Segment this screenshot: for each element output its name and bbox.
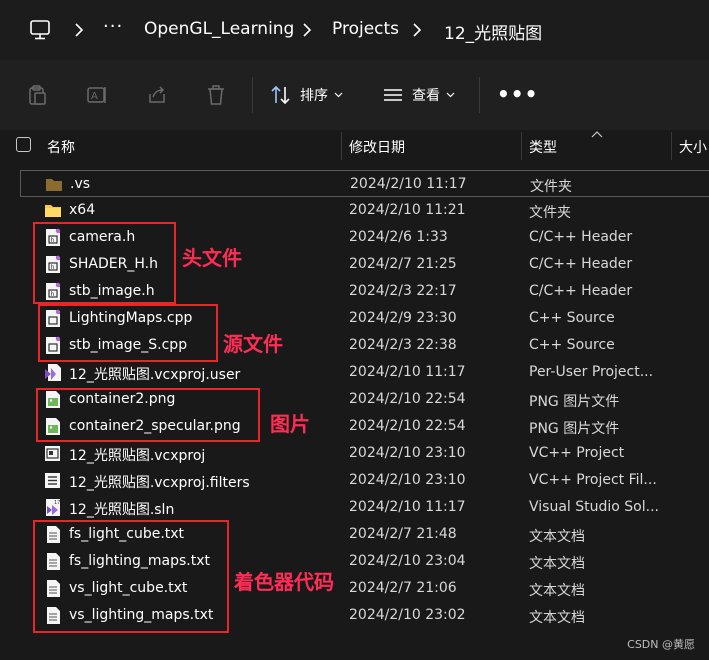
file-row[interactable]: 17 12_光照贴图.sln 2024/2/10 11:17 Visual Studi… [20,494,709,521]
file-type: 文本文档 [529,529,585,545]
file-type: Visual Studio Sol... [529,499,659,515]
file-modified-date: 2024/2/7 21:48 [349,526,457,542]
sort-button[interactable]: 排序 [270,82,343,108]
command-bar: A 排序 查看 ••• [0,60,709,130]
column-modified[interactable]: 修改日期 [349,137,405,157]
source-files-highlight [38,304,218,362]
vs-user-file-icon [44,363,62,382]
file-modified-date: 2024/2/10 23:04 [349,553,466,569]
sort-icon [271,85,290,105]
view-label: 查看 [412,88,440,104]
chevron-down-icon [334,92,343,98]
file-row[interactable]: x64 2024/2/10 11:21 文件夹 [20,197,709,224]
file-type: 文件夹 [529,205,571,221]
file-modified-date: 2024/2/9 23:30 [349,310,457,326]
file-type: 文本文档 [529,583,585,599]
vcxproj-file-icon [44,444,62,463]
file-modified-date: 2024/2/10 11:17 [349,364,466,380]
file-type: Per-User Project... [529,364,654,380]
file-modified-date: 2024/2/3 22:17 [349,283,457,299]
column-divider[interactable] [671,132,672,160]
this-pc-icon[interactable] [28,18,52,42]
file-name: 12_光照贴图.sln [69,502,175,518]
file-row[interactable]: 12_光照贴图.vcxproj.user 2024/2/10 11:17 Per-U… [20,359,709,386]
breadcrumb-item-opengl-learning[interactable]: OpenGL_Learning [144,19,294,39]
view-button[interactable]: 查看 [382,82,455,108]
file-name: 12_光照贴图.vcxproj [69,448,206,464]
view-list-icon [384,89,402,101]
chevron-right-icon[interactable] [300,22,314,38]
folder-dark-icon [45,175,63,194]
column-divider[interactable] [521,132,522,160]
file-modified-date: 2024/2/10 23:10 [349,472,466,488]
file-modified-date: 2024/2/10 22:54 [349,391,466,407]
toolbar-divider [252,77,253,113]
file-modified-date: 2024/2/7 21:06 [349,580,457,596]
column-header: 名称 修改日期 类型 大小 [0,130,709,160]
annotation-source-files: 源文件 [223,332,283,356]
file-name: x64 [69,202,96,218]
file-type: 文件夹 [530,179,572,195]
file-modified-date: 2024/2/3 22:38 [349,337,457,353]
file-row[interactable]: .vs 2024/2/10 11:17 文件夹 [20,170,709,197]
file-row[interactable]: 12_光照贴图.vcxproj 2024/2/10 23:10 VC++ Proje… [20,440,709,467]
sln-file-icon: 17 [44,498,62,517]
more-options-button[interactable]: ••• [497,82,538,106]
watermark: CSDN @黄愿 [627,638,695,651]
column-name[interactable]: 名称 [47,137,75,157]
header-files-highlight [33,222,176,304]
folder-icon [44,201,62,220]
breadcrumb-overflow-button[interactable]: ··· [103,16,123,37]
shader-files-highlight [33,520,229,633]
file-type: C/C++ Header [529,283,633,299]
column-size[interactable]: 大小 [679,137,707,157]
breadcrumb-item-current-folder[interactable]: 12_光照贴图 [444,19,542,44]
share-icon[interactable] [146,84,168,106]
file-type: C/C++ Header [529,229,633,245]
file-modified-date: 2024/2/10 11:17 [350,176,467,192]
file-modified-date: 2024/2/6 1:33 [349,229,448,245]
paste-icon[interactable] [26,84,48,106]
filters-file-icon [44,471,62,490]
chevron-right-icon[interactable] [72,22,86,38]
file-modified-date: 2024/2/10 23:02 [349,607,466,623]
file-type: VC++ Project Fil... [529,472,657,488]
image-files-highlight [36,388,260,442]
svg-text:17: 17 [54,500,60,506]
chevron-down-icon [446,92,455,98]
file-modified-date: 2024/2/10 22:54 [349,418,466,434]
column-type[interactable]: 类型 [529,137,557,157]
sort-ascending-icon [591,131,603,138]
toolbar-divider [479,77,480,113]
file-type: 文本文档 [529,556,585,572]
file-name: .vs [70,176,91,192]
file-modified-date: 2024/2/7 21:25 [349,256,457,272]
file-name: 12_光照贴图.vcxproj.user [69,367,241,383]
sort-label: 排序 [300,88,328,104]
file-row[interactable]: 12_光照贴图.vcxproj.filters 2024/2/10 23:10 VC… [20,467,709,494]
file-type: VC++ Project [529,445,625,461]
file-type: PNG 图片文件 [529,394,620,410]
file-modified-date: 2024/2/10 11:21 [349,202,466,218]
file-type: C/C++ Header [529,256,633,272]
annotation-header-files: 头文件 [182,246,242,270]
annotation-image-files: 图片 [270,412,310,436]
file-modified-date: 2024/2/10 23:10 [349,445,466,461]
delete-icon[interactable] [205,84,227,106]
file-name: 12_光照贴图.vcxproj.filters [69,475,250,491]
file-type: 文本文档 [529,610,585,626]
annotation-shader-files: 着色器代码 [234,570,334,594]
svg-text:A: A [91,91,98,102]
file-type: PNG 图片文件 [529,421,620,437]
column-divider[interactable] [341,132,342,160]
chevron-right-icon[interactable] [410,22,424,38]
rename-icon[interactable]: A [86,84,108,106]
select-all-checkbox[interactable] [16,137,31,152]
file-type: C++ Source [529,310,615,326]
file-type: C++ Source [529,337,615,353]
address-bar: ··· OpenGL_Learning Projects 12_光照贴图 [0,0,709,60]
file-modified-date: 2024/2/10 11:17 [349,499,466,515]
breadcrumb-item-projects[interactable]: Projects [332,19,399,39]
